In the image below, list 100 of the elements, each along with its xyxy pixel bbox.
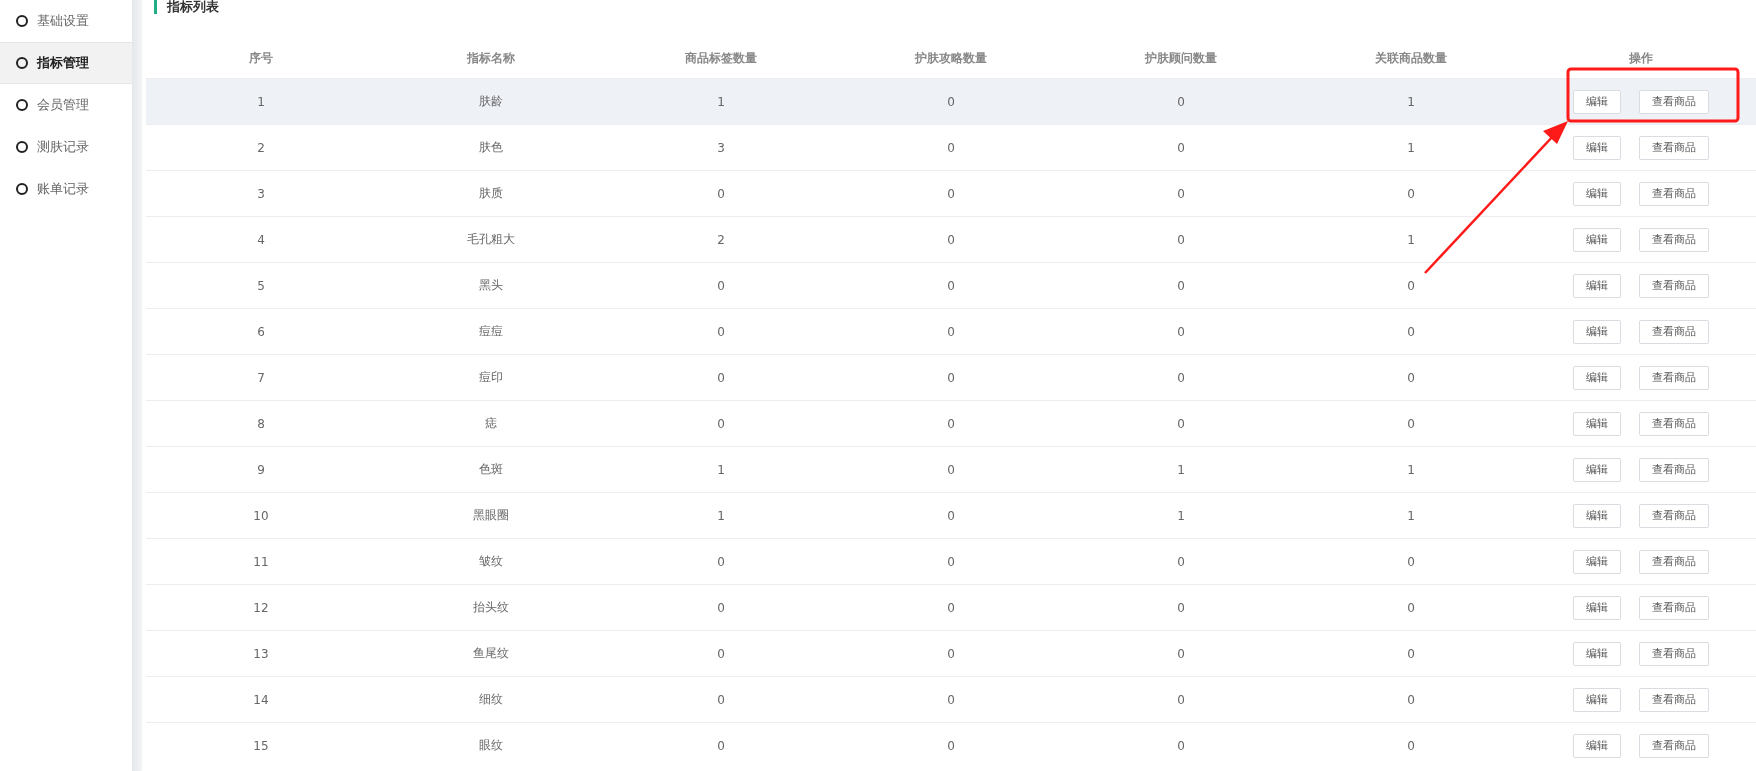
table-cell: 2 (606, 216, 836, 262)
table-cell: 肤质 (376, 170, 606, 216)
table-cell: 0 (606, 584, 836, 630)
edit-button[interactable]: 编辑 (1573, 365, 1621, 390)
view-products-button[interactable]: 查看商品 (1639, 641, 1709, 666)
edit-button[interactable]: 编辑 (1573, 135, 1621, 160)
sidebar-item-label: 账单记录 (37, 180, 89, 198)
edit-button[interactable]: 编辑 (1573, 181, 1621, 206)
view-products-button[interactable]: 查看商品 (1639, 181, 1709, 206)
sidebar-item-label: 测肤记录 (37, 138, 89, 156)
table-cell: 1 (606, 78, 836, 124)
table-cell: 0 (1066, 584, 1296, 630)
table-cell: 0 (1066, 354, 1296, 400)
view-products-button[interactable]: 查看商品 (1639, 365, 1709, 390)
table-cell: 1 (1066, 446, 1296, 492)
column-header: 指标名称 (466, 49, 516, 67)
table-cell: 皱纹 (376, 538, 606, 584)
edit-button[interactable]: 编辑 (1573, 319, 1621, 344)
table-cell: 2 (146, 124, 376, 170)
table-cell: 0 (1066, 170, 1296, 216)
view-products-button[interactable]: 查看商品 (1639, 733, 1709, 758)
table-cell: 0 (1066, 538, 1296, 584)
edit-button[interactable]: 编辑 (1573, 595, 1621, 620)
table-cell: 11 (146, 538, 376, 584)
table-cell: 肤龄 (376, 78, 606, 124)
table-cell: 黑眼圈 (376, 492, 606, 538)
table-cell: 0 (1296, 400, 1526, 446)
section-title: 指标列表 (167, 0, 219, 16)
table-cell: 13 (146, 630, 376, 676)
edit-button[interactable]: 编辑 (1573, 273, 1621, 298)
table-cell: 6 (146, 308, 376, 354)
sidebar-item[interactable]: 会员管理 (0, 84, 132, 126)
circle-icon (16, 183, 28, 195)
table-cell: 鱼尾纹 (376, 630, 606, 676)
view-products-button[interactable]: 查看商品 (1639, 411, 1709, 436)
table-cell: 0 (836, 308, 1066, 354)
table-cell: 5 (146, 262, 376, 308)
view-products-button[interactable]: 查看商品 (1639, 457, 1709, 482)
table-cell: 0 (1296, 584, 1526, 630)
table-cell: 1 (606, 492, 836, 538)
table-cell: 4 (146, 216, 376, 262)
table-cell: 1 (1296, 446, 1526, 492)
column-header: 护肤顾问数量 (1144, 49, 1218, 67)
table-cell: 0 (606, 308, 836, 354)
view-products-button[interactable]: 查看商品 (1639, 273, 1709, 298)
sidebar-item[interactable]: 指标管理 (0, 42, 132, 84)
table-cell: 0 (1066, 124, 1296, 170)
circle-icon (16, 57, 28, 69)
view-products-button[interactable]: 查看商品 (1639, 135, 1709, 160)
title-accent-bar (154, 0, 157, 14)
view-products-button[interactable]: 查看商品 (1639, 319, 1709, 344)
edit-button[interactable]: 编辑 (1573, 89, 1621, 114)
table-cell: 7 (146, 354, 376, 400)
table-cell: 0 (836, 400, 1066, 446)
table-cell: 0 (1066, 630, 1296, 676)
table-cell: 0 (1296, 170, 1526, 216)
table-cell: 1 (1066, 492, 1296, 538)
table-cell: 肤色 (376, 124, 606, 170)
table-cell: 3 (146, 170, 376, 216)
edit-button[interactable]: 编辑 (1573, 733, 1621, 758)
table-cell: 1 (1296, 124, 1526, 170)
edit-button[interactable]: 编辑 (1573, 503, 1621, 528)
view-products-button[interactable]: 查看商品 (1639, 595, 1709, 620)
table-cell: 1 (1296, 216, 1526, 262)
sidebar-item-label: 指标管理 (37, 54, 89, 72)
edit-button[interactable]: 编辑 (1573, 687, 1621, 712)
table-cell: 0 (606, 354, 836, 400)
view-products-button[interactable]: 查看商品 (1639, 89, 1709, 114)
table-row[interactable]: 1 肤龄 1 0 0 1 编辑 查看商品 (146, 78, 1756, 124)
view-products-button[interactable]: 查看商品 (1639, 687, 1709, 712)
table-cell: 0 (836, 78, 1066, 124)
table-cell: 3 (606, 124, 836, 170)
sidebar-item[interactable]: 账单记录 (0, 168, 132, 210)
table-cell: 1 (1296, 492, 1526, 538)
edit-button[interactable]: 编辑 (1573, 641, 1621, 666)
view-products-button[interactable]: 查看商品 (1639, 227, 1709, 252)
table-cell: 0 (836, 538, 1066, 584)
edit-button[interactable]: 编辑 (1573, 549, 1621, 574)
table-cell: 0 (1066, 216, 1296, 262)
table-cell: 0 (836, 354, 1066, 400)
table-cell: 0 (606, 170, 836, 216)
edit-button[interactable]: 编辑 (1573, 457, 1621, 482)
table-cell: 8 (146, 400, 376, 446)
column-header: 序号 (248, 49, 274, 67)
table-cell: 0 (1066, 722, 1296, 768)
table-cell: 0 (606, 262, 836, 308)
table-cell: 0 (606, 400, 836, 446)
table-cell: 0 (606, 722, 836, 768)
table-cell: 0 (606, 630, 836, 676)
sidebar-item[interactable]: 测肤记录 (0, 126, 132, 168)
view-products-button[interactable]: 查看商品 (1639, 549, 1709, 574)
table-cell: 眼纹 (376, 722, 606, 768)
table-cell: 0 (1066, 676, 1296, 722)
sidebar-item[interactable]: 基础设置 (0, 0, 132, 42)
table-cell: 0 (836, 262, 1066, 308)
view-products-button[interactable]: 查看商品 (1639, 503, 1709, 528)
edit-button[interactable]: 编辑 (1573, 227, 1621, 252)
edit-button[interactable]: 编辑 (1573, 411, 1621, 436)
table-cell: 1 (1296, 78, 1526, 124)
table-cell: 黑头 (376, 262, 606, 308)
